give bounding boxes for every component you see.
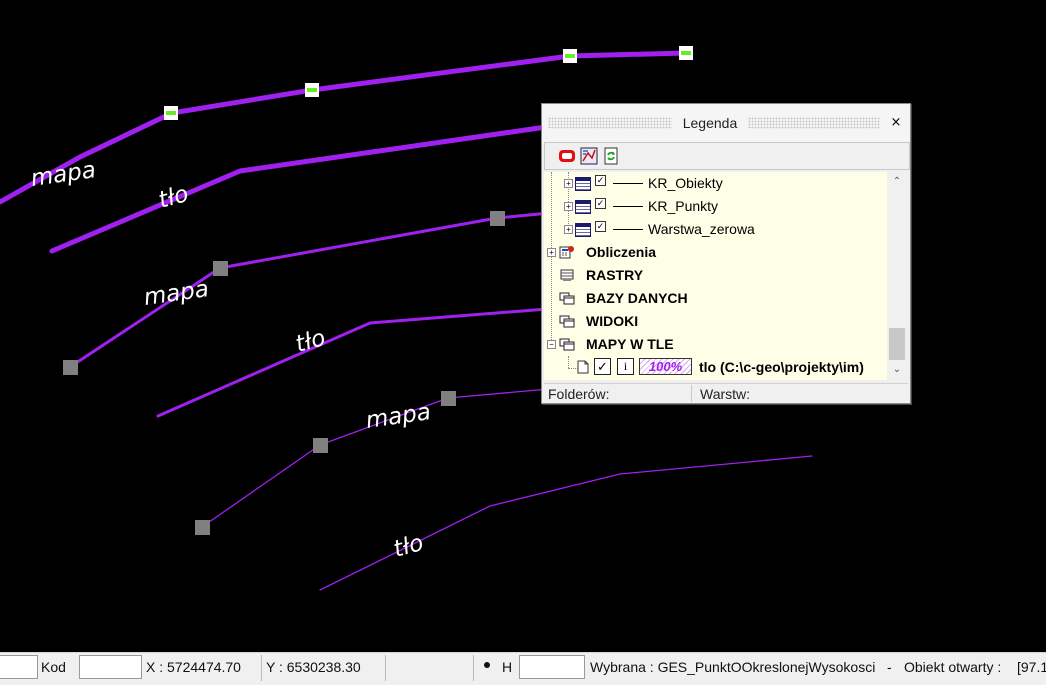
vertex-highlight — [565, 54, 575, 58]
raster-icon — [560, 269, 574, 281]
scroll-up-icon[interactable]: ⌃ — [891, 176, 903, 188]
map-labels: mapa tło mapa tło mapa tło — [29, 157, 432, 563]
h-label: H — [502, 659, 513, 675]
drag-grip[interactable] — [748, 117, 880, 129]
collapse-icon[interactable]: − — [547, 340, 556, 349]
tree-item-bazy-danych[interactable]: BAZY DANYCH — [544, 287, 887, 310]
database-folder-icon — [559, 292, 575, 305]
map-label: mapa — [29, 157, 97, 192]
vertex-highlight — [307, 88, 317, 92]
tree-item-rastry[interactable]: RASTRY — [544, 264, 887, 287]
kod-input[interactable] — [79, 655, 142, 679]
folder-label: BAZY DANYCH — [586, 290, 688, 306]
layer-visibility-checkbox[interactable]: ✓ — [595, 198, 606, 209]
map-tools-icon[interactable] — [580, 147, 598, 165]
expand-icon[interactable]: + — [564, 225, 573, 234]
legend-titlebar[interactable]: Legenda × — [542, 104, 910, 142]
legend-panel[interactable]: Legenda × + ✓ KR_Obiekty + ✓ KR_Punkty +… — [541, 103, 911, 404]
polyline-4 — [156, 306, 562, 418]
object-open-label: Obiekt otwarty : — [904, 659, 1002, 675]
map-label: mapa — [142, 276, 210, 311]
folder-label: Obliczenia — [586, 244, 657, 260]
node-marker[interactable] — [313, 438, 328, 453]
tree-item-kr-punkty[interactable]: + ✓ KR_Punkty — [544, 195, 887, 218]
opacity-control[interactable]: 100% — [639, 358, 692, 375]
map-label: tło — [156, 181, 191, 214]
line-style-icon — [613, 206, 643, 207]
vertex-highlight — [166, 111, 176, 115]
expand-icon[interactable]: + — [564, 179, 573, 188]
node-marker[interactable] — [63, 360, 78, 375]
layer-visibility-checkbox[interactable]: ✓ — [595, 175, 606, 186]
separator-text: - — [887, 659, 892, 675]
divider — [385, 655, 386, 681]
folder-label: WIDOKI — [586, 313, 639, 329]
node-marker[interactable] — [213, 261, 228, 276]
tree-item-warstwa-zerowa[interactable]: + ✓ Warstwa_zerowa — [544, 218, 887, 241]
folders-count-label: Folderów: — [548, 386, 610, 402]
background-maps-folder-icon — [559, 338, 575, 351]
drag-grip[interactable] — [548, 117, 672, 129]
layer-visibility-checkbox[interactable]: ✓ — [595, 221, 606, 232]
table-layer-icon — [575, 177, 591, 191]
status-bar: Kod X : 5724474.70 Y : 6530238.30 H Wybr… — [0, 652, 1046, 685]
tree-item-tlo[interactable]: ✓ i 100% tlo (C:\c-geo\projekty\im) — [544, 356, 887, 379]
polyline-6 — [319, 455, 813, 591]
layer-label: KR_Obiekty — [648, 175, 723, 191]
line-style-icon — [613, 183, 643, 184]
close-icon[interactable]: × — [888, 115, 904, 131]
selected-object-text: Wybrana : GES_PunktOOkreslonejWysokosci — [590, 659, 876, 675]
layer-label: KR_Punkty — [648, 198, 719, 214]
table-layer-icon — [575, 200, 591, 214]
polyline-2 — [49, 122, 563, 254]
scroll-thumb[interactable] — [889, 328, 905, 360]
map-label: tło — [293, 325, 328, 358]
legend-statusbar: Folderów: Warstw: — [544, 383, 908, 403]
map-label: tło — [391, 530, 426, 563]
vertex-highlight — [681, 51, 691, 55]
map-label: mapa — [364, 399, 432, 434]
divider — [473, 655, 474, 681]
layers-icon[interactable] — [558, 147, 576, 165]
tree-item-kr-obiekty[interactable]: + ✓ KR_Obiekty — [544, 172, 887, 195]
layer-visibility-checkbox[interactable]: ✓ — [594, 358, 611, 375]
node-marker[interactable] — [490, 211, 505, 226]
refresh-icon[interactable] — [602, 147, 620, 165]
h-input[interactable] — [519, 655, 585, 679]
document-icon — [577, 360, 589, 374]
legend-scrollbar[interactable]: ⌃ ⌄ — [887, 172, 907, 380]
snap-indicator-icon — [484, 662, 490, 668]
x-coordinate-readout: X : 5724474.70 — [146, 659, 241, 675]
legend-toolbar — [544, 142, 910, 170]
divider — [691, 385, 692, 402]
tree-item-widoki[interactable]: WIDOKI — [544, 310, 887, 333]
expand-icon[interactable]: + — [547, 248, 556, 257]
y-coordinate-readout: Y : 6530238.30 — [266, 659, 361, 675]
calculations-icon — [559, 246, 574, 259]
expand-icon[interactable]: + — [564, 202, 573, 211]
table-layer-icon — [575, 223, 591, 237]
layers-count-label: Warstw: — [700, 386, 751, 402]
legend-title: Legenda — [682, 115, 738, 131]
code-prefix-field[interactable] — [0, 655, 38, 679]
folder-label: RASTRY — [586, 267, 644, 283]
tree-item-obliczenia[interactable]: + Obliczenia — [544, 241, 887, 264]
object-open-value: [97.1 — [1017, 659, 1046, 675]
layer-label: tlo (C:\c-geo\projekty\im) — [699, 359, 864, 375]
layer-label: Warstwa_zerowa — [648, 221, 755, 237]
scroll-down-icon[interactable]: ⌄ — [891, 364, 903, 376]
legend-tree[interactable]: + ✓ KR_Obiekty + ✓ KR_Punkty + ✓ Warstwa… — [544, 172, 887, 380]
divider — [261, 655, 262, 681]
kod-label: Kod — [41, 659, 66, 675]
node-marker[interactable] — [441, 391, 456, 406]
info-button[interactable]: i — [617, 358, 634, 375]
views-folder-icon — [559, 315, 575, 328]
node-marker[interactable] — [195, 520, 210, 535]
folder-label: MAPY W TLE — [586, 336, 674, 352]
line-style-icon — [613, 229, 643, 230]
tree-item-mapy-w-tle[interactable]: − MAPY W TLE — [544, 333, 887, 356]
